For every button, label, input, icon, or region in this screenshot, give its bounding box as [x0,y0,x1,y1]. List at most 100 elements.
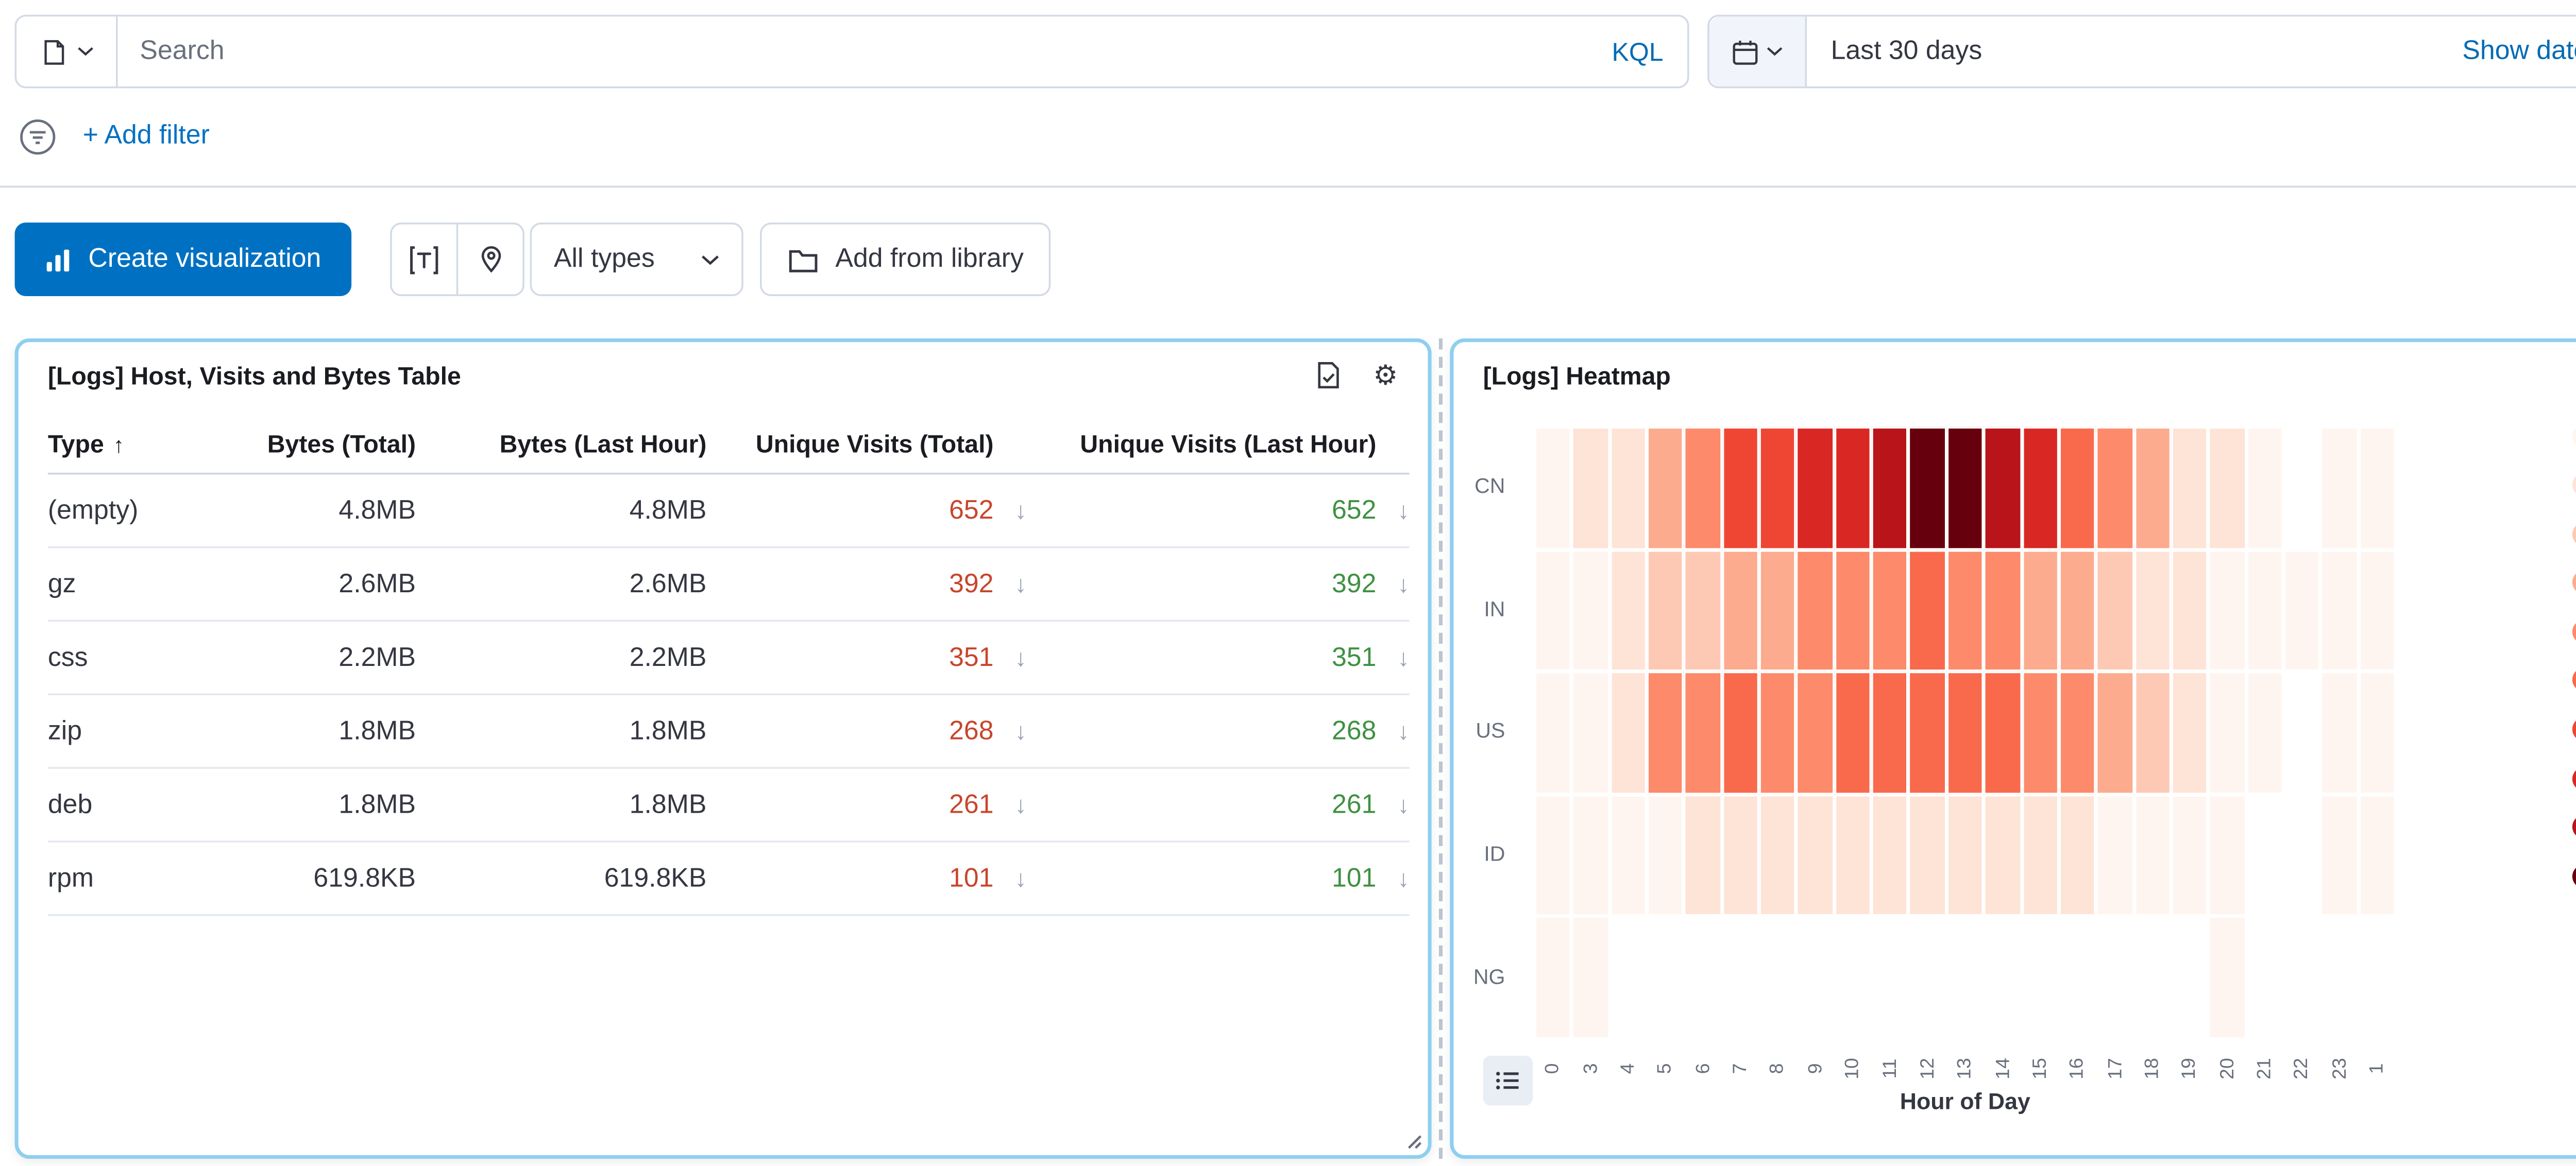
heatmap-cell[interactable] [1684,672,1722,794]
heatmap-cell[interactable] [1535,672,1572,794]
heatmap-cell[interactable] [2171,549,2209,672]
heatmap-cell[interactable] [1909,794,1946,917]
legend-item[interactable]: 42 - 48 [2572,765,2576,791]
heatmap-cell[interactable] [1572,917,1609,1039]
heatmap-cell[interactable] [2209,672,2246,794]
heatmap-cell[interactable] [2209,549,2246,672]
panel-resize-guide[interactable] [1439,338,1443,1159]
column-header[interactable]: Type↑ [48,431,210,458]
down-arrow-icon[interactable]: ↓ [994,791,1027,819]
heatmap-cell[interactable] [1684,427,1722,550]
legend-item[interactable]: 30 - 36 [2572,667,2576,693]
heatmap-cell[interactable] [2321,672,2359,794]
heatmap-cell[interactable] [1946,549,1984,672]
heatmap-cell[interactable] [1609,549,1647,672]
heatmap-cell[interactable] [1872,672,1909,794]
legend-toggle-button[interactable] [1483,1056,1533,1105]
panel-type-filter[interactable]: All types [530,222,743,296]
add-annotation-button[interactable] [456,225,523,295]
heatmap-cell[interactable] [1572,427,1609,550]
legend-item[interactable]: 0 - 6 [2572,423,2576,449]
heatmap-cell[interactable] [2096,549,2134,672]
legend-item[interactable]: 6 - 12 [2572,472,2576,498]
heatmap-cell[interactable] [1834,672,1872,794]
down-arrow-icon[interactable]: ↓ [994,570,1027,598]
heatmap-cell[interactable] [1946,672,1984,794]
heatmap-cell[interactable] [2321,794,2359,917]
heatmap-cell[interactable] [1797,672,1834,794]
heatmap-cell[interactable] [1797,794,1834,917]
heatmap-cell[interactable] [2321,427,2359,550]
heatmap-cell[interactable] [2246,549,2283,672]
heatmap-cell[interactable] [1647,427,1685,550]
heatmap-cell[interactable] [1909,549,1946,672]
heatmap-cell[interactable] [1722,427,1759,550]
create-visualization-button[interactable]: Create visualization [15,222,351,296]
heatmap-cell[interactable] [2059,427,2096,550]
heatmap-cell[interactable] [1984,427,2022,550]
heatmap-cell[interactable] [2096,672,2134,794]
legend-item[interactable]: 24 - 30 [2572,619,2576,644]
legend-item[interactable]: 12 - 18 [2572,521,2576,546]
heatmap-cell[interactable] [2209,794,2246,917]
heatmap-cell[interactable] [1609,794,1647,917]
heatmap-cell[interactable] [2133,427,2171,550]
heatmap-cell[interactable] [2171,427,2209,550]
heatmap-cell[interactable] [1984,549,2022,672]
heatmap-cell[interactable] [1834,549,1872,672]
heatmap-cell[interactable] [1647,672,1685,794]
resize-handle-icon[interactable] [1402,1129,1422,1150]
heatmap-cell[interactable] [1834,427,1872,550]
heatmap-cell[interactable] [1759,549,1797,672]
heatmap-cell[interactable] [1984,672,2022,794]
heatmap-cell[interactable] [2358,672,2396,794]
heatmap-cell[interactable] [1722,672,1759,794]
heatmap-cell[interactable] [2209,427,2246,550]
down-arrow-icon[interactable]: ↓ [1376,496,1409,524]
heatmap-cell[interactable] [2021,672,2059,794]
column-header[interactable]: Unique Visits (Last Hour) [1027,431,1410,458]
filter-icon[interactable] [19,117,57,156]
down-arrow-icon[interactable]: ↓ [1376,570,1409,598]
heatmap-cell[interactable] [2246,672,2283,794]
down-arrow-icon[interactable]: ↓ [1376,865,1409,893]
heatmap-cell[interactable] [2059,549,2096,672]
date-range-value[interactable]: Last 30 days [1807,37,1982,66]
gear-icon[interactable]: ⚙ [1369,358,1402,391]
heatmap-cell[interactable] [1834,794,1872,917]
heatmap-cell[interactable] [2021,794,2059,917]
heatmap-cell[interactable] [2171,794,2209,917]
down-arrow-icon[interactable]: ↓ [994,717,1027,745]
heatmap-cell[interactable] [2021,549,2059,672]
add-filter-button[interactable]: + Add filter [83,122,210,151]
heatmap-cell[interactable] [1535,917,1572,1039]
legend-item[interactable]: 48 - 54 [2572,814,2576,840]
down-arrow-icon[interactable]: ↓ [1376,791,1409,819]
column-header[interactable]: Bytes (Total) [210,431,416,458]
heatmap-cell[interactable] [2358,549,2396,672]
heatmap-cell[interactable] [1572,549,1609,672]
add-text-button[interactable] [392,225,456,295]
heatmap-cell[interactable] [1759,672,1797,794]
heatmap-cell[interactable] [2209,917,2246,1039]
heatmap-cell[interactable] [1759,427,1797,550]
heatmap-cell[interactable] [1872,427,1909,550]
heatmap-cell[interactable] [2059,672,2096,794]
heatmap-cell[interactable] [1759,794,1797,917]
down-arrow-icon[interactable]: ↓ [994,865,1027,893]
heatmap-cell[interactable] [1946,794,1984,917]
heatmap-cell[interactable] [1722,794,1759,917]
heatmap-cell[interactable] [1872,549,1909,672]
panel-title[interactable]: [Logs] Host, Visits and Bytes Table [48,362,461,389]
panel-title[interactable]: [Logs] Heatmap [1483,362,1671,389]
heatmap-cell[interactable] [2358,794,2396,917]
heatmap-cell[interactable] [2246,427,2283,550]
heatmap-cell[interactable] [1909,672,1946,794]
heatmap-cell[interactable] [1647,549,1685,672]
heatmap-cell[interactable] [2321,549,2359,672]
heatmap-cell[interactable] [2096,794,2134,917]
down-arrow-icon[interactable]: ↓ [994,496,1027,524]
heatmap-cell[interactable] [1572,794,1609,917]
search-input[interactable] [118,16,1588,87]
column-header[interactable]: Bytes (Last Hour) [416,431,706,458]
